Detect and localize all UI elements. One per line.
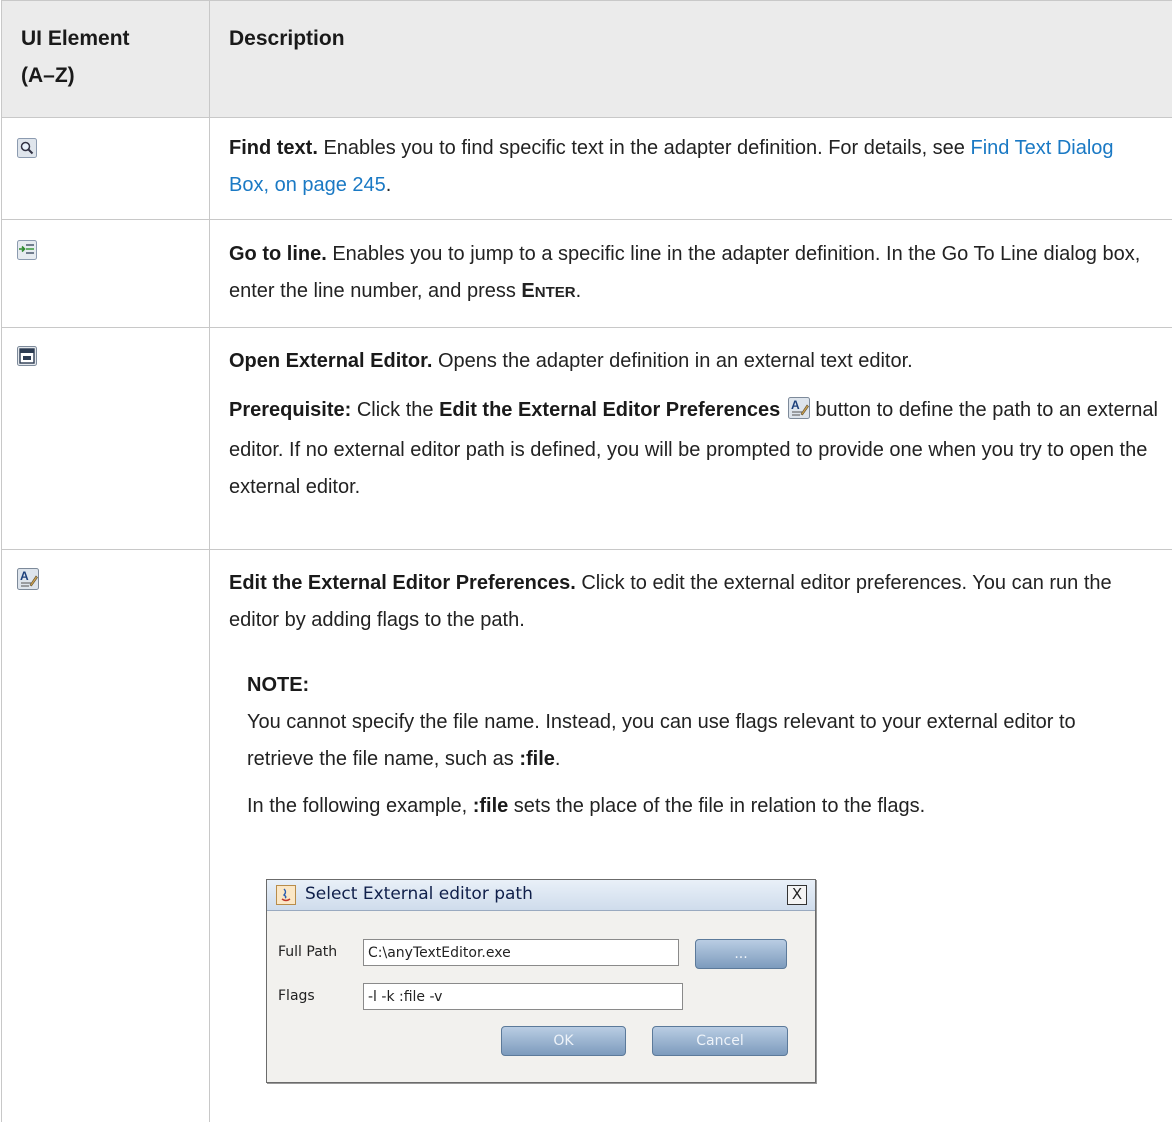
- go-to-line-icon: [17, 240, 37, 260]
- edit-external-editor-preferences-icon: A: [787, 395, 810, 432]
- column-header-description: Description: [229, 27, 345, 50]
- svg-text:A: A: [20, 569, 29, 583]
- example-text-end: sets the place of the file in relation t…: [508, 795, 926, 817]
- enter-key-label-rest: NTER: [534, 284, 576, 301]
- row-text: Enables you to jump to a specific line i…: [229, 243, 1141, 302]
- table-header: [1, 0, 1172, 117]
- ok-button[interactable]: OK: [501, 1026, 626, 1056]
- column-divider: [209, 0, 210, 1122]
- find-text-icon: [17, 138, 37, 158]
- note-block: NOTE: You cannot specify the file name. …: [247, 667, 1147, 825]
- table-border-left: [1, 0, 2, 1122]
- row-go-to-line-description: Go to line. Enables you to jump to a spe…: [229, 236, 1159, 311]
- row-divider: [1, 117, 1172, 118]
- prerequisite-text: Click the: [351, 399, 440, 421]
- dialog-title: Select External editor path: [305, 884, 533, 904]
- flags-input[interactable]: -l -k :file -v: [363, 983, 683, 1010]
- row-text-end: .: [385, 174, 392, 196]
- row-divider: [1, 0, 1172, 1]
- column-header-label: UI Element: [21, 27, 130, 50]
- flags-label: Flags: [278, 988, 315, 1004]
- enter-key-label: E: [521, 280, 535, 302]
- example-bold: :file: [472, 795, 509, 817]
- row-edit-preferences-description: Edit the External Editor Preferences. Cl…: [229, 565, 1159, 639]
- column-header-ui-element: UI Element (A–Z): [21, 20, 130, 94]
- example-text: In the following example,: [247, 795, 473, 817]
- row-title: Open External Editor.: [229, 350, 433, 372]
- note-bold: :file: [519, 748, 555, 770]
- java-icon: [276, 885, 296, 905]
- prerequisite-bold: Edit the External Editor Preferences: [439, 399, 781, 421]
- dialog-title-bar: Select External editor path X: [267, 880, 815, 911]
- row-text-end: .: [575, 280, 582, 302]
- column-header-sublabel: (A–Z): [21, 64, 75, 87]
- select-external-editor-path-dialog: Select External editor path X Full Path …: [266, 879, 816, 1083]
- row-find-text-description: Find text. Enables you to find specific …: [229, 130, 1159, 204]
- row-title: Edit the External Editor Preferences.: [229, 572, 576, 594]
- prerequisite-label: Prerequisite:: [229, 399, 352, 421]
- note-text-end: .: [554, 748, 561, 770]
- full-path-input[interactable]: C:\anyTextEditor.exe: [363, 939, 679, 966]
- row-text: Opens the adapter definition in an exter…: [432, 350, 913, 372]
- row-title: Find text.: [229, 137, 318, 159]
- row-open-external-editor-description: Open External Editor. Opens the adapter …: [229, 343, 1159, 506]
- browse-button[interactable]: ...: [695, 939, 787, 969]
- note-label: NOTE:: [247, 674, 310, 696]
- row-divider: [1, 219, 1172, 220]
- cancel-button[interactable]: Cancel: [652, 1026, 788, 1056]
- row-title: Go to line.: [229, 243, 327, 265]
- row-divider: [1, 549, 1172, 550]
- full-path-label: Full Path: [278, 944, 338, 960]
- close-button[interactable]: X: [787, 885, 807, 905]
- row-divider: [1, 327, 1172, 328]
- note-text: You cannot specify the file name. Instea…: [247, 711, 1076, 770]
- open-external-editor-icon: [17, 346, 37, 366]
- row-text: Enables you to find specific text in the…: [317, 137, 971, 159]
- edit-external-editor-preferences-icon: A: [17, 568, 39, 590]
- svg-text:A: A: [791, 398, 800, 412]
